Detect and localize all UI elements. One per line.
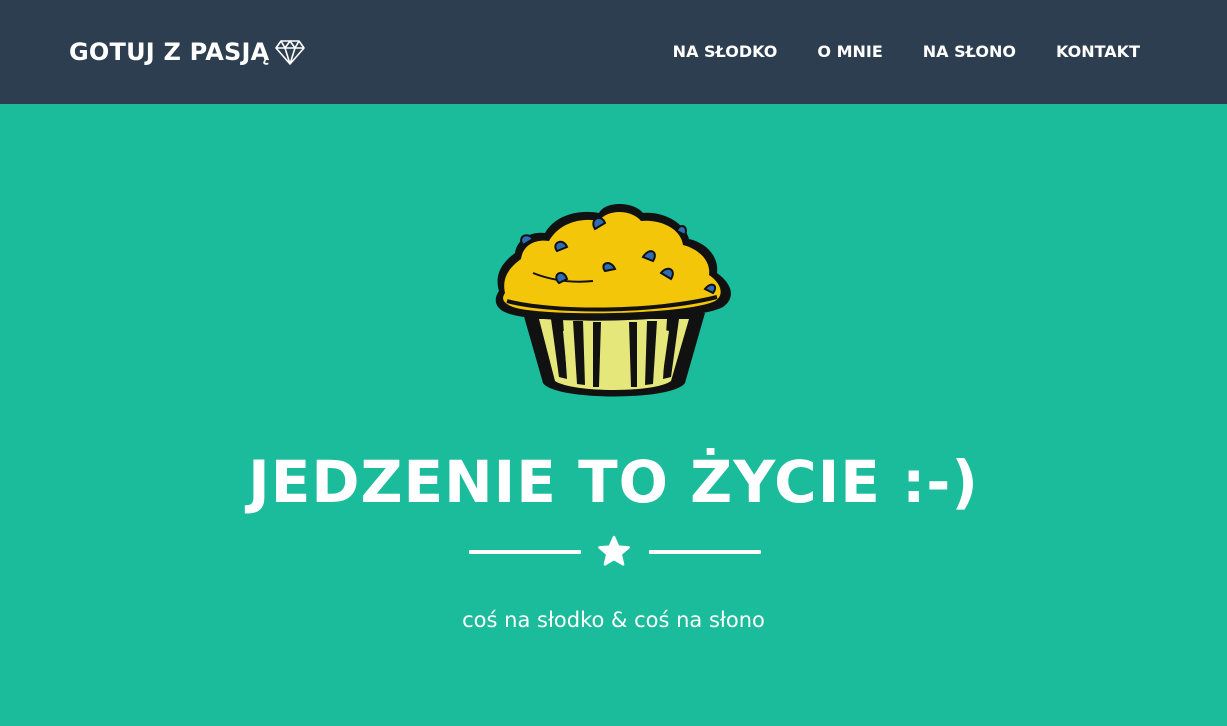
divider-line-right — [649, 550, 761, 554]
nav-link-kontakt[interactable]: KONTAKT — [1056, 40, 1140, 64]
hero-subtitle: coś na słodko & coś na słono — [462, 608, 765, 632]
diamond-icon — [275, 37, 306, 67]
nav-link-na-slono[interactable]: NA SŁONO — [923, 40, 1016, 64]
hero-title: JEDZENIE TO ŻYCIE :-) — [248, 448, 979, 516]
navbar: GOTUJ Z PASJĄ NA SŁODKO O MNIE NA SŁONO … — [0, 0, 1227, 104]
nav-link-o-mnie[interactable]: O MNIE — [817, 40, 882, 64]
nav-link-na-slodko[interactable]: NA SŁODKO — [673, 40, 778, 64]
muffin-illustration — [495, 204, 731, 397]
star-icon — [598, 535, 630, 566]
nav-item: NA SŁONO — [883, 40, 1016, 64]
nav-item: O MNIE — [777, 40, 882, 64]
star-divider — [469, 534, 761, 570]
divider-line-left — [469, 550, 581, 554]
nav-item: KONTAKT — [1016, 40, 1140, 64]
brand-link[interactable]: GOTUJ Z PASJĄ — [69, 36, 306, 68]
nav-menu: NA SŁODKO O MNIE NA SŁONO KONTAKT — [673, 40, 1140, 64]
nav-item: NA SŁODKO — [673, 40, 778, 64]
masthead: JEDZENIE TO ŻYCIE :-) coś na słodko & co… — [0, 104, 1227, 726]
brand-title: GOTUJ Z PASJĄ — [69, 38, 270, 66]
